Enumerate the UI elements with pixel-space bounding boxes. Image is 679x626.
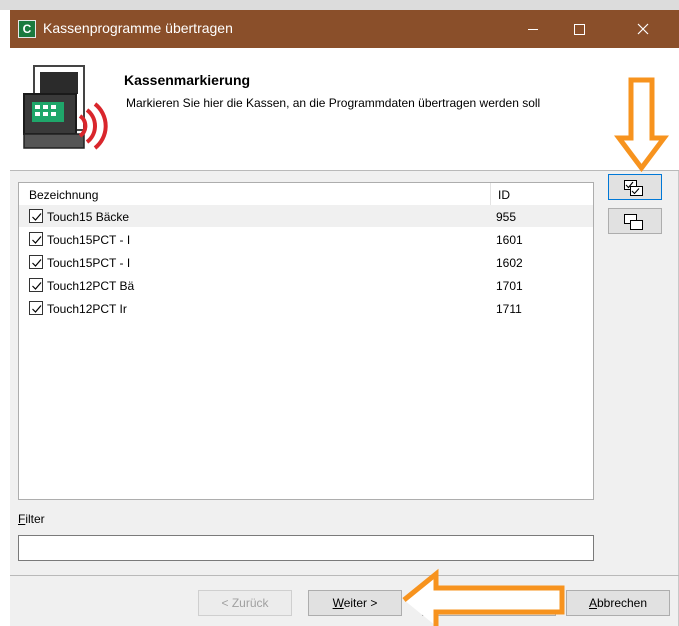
close-button[interactable] [620,10,666,48]
check-all-icon [624,180,643,196]
filter-input[interactable] [18,535,594,561]
cancel-label-rest: bbrechen [596,596,648,610]
next-button[interactable]: Weiter > [308,590,402,616]
desktop-strip [0,0,679,10]
app-icon: C [18,20,36,38]
checkmark-icon [32,305,42,313]
row-name: Touch12PCT Ir [47,302,127,316]
filter-label-rest: ilter [25,512,45,526]
table-row[interactable]: Touch12PCT Ir 1711 [19,297,593,319]
register-transfer-icon [23,65,108,150]
row-checkbox[interactable] [29,278,43,292]
minimize-icon [528,29,538,30]
uncheck-all-button[interactable] [608,208,662,234]
header-description: Markieren Sie hier die Kassen, an die Pr… [126,96,541,110]
checkmark-icon [32,282,42,290]
row-id: 1601 [496,233,523,247]
filter-label: Filter [18,512,45,526]
row-id: 1602 [496,256,523,270]
row-name: Touch15PCT - I [47,256,131,270]
next-mnemonic: W [332,596,344,610]
row-name: Touch15 Bäcke [47,210,130,224]
back-button[interactable]: < Zurück [198,590,292,616]
minimize-button[interactable] [510,10,556,48]
column-separator [490,183,491,205]
maximize-button[interactable] [556,10,602,48]
column-header-bezeichnung[interactable]: Bezeichnung [29,188,98,202]
maximize-icon [574,24,585,35]
row-id: 955 [496,210,517,224]
checkmark-icon [32,259,42,267]
row-name: Touch15PCT - I [47,233,131,247]
dialog-window: C Kassenprogramme übertragen Kassenmarki… [10,10,679,626]
uncheck-all-icon [624,214,643,230]
next-label-rest: eiter > [343,596,378,610]
register-list[interactable]: Bezeichnung ID Touch15 Bäcke 955 Touch15PC… [18,182,594,500]
checkmark-icon [32,236,42,244]
table-row[interactable]: Touch15PCT - I 1601 [19,228,593,250]
row-id: 1711 [496,302,522,316]
row-name: Touch12PCT Bä [47,279,135,293]
table-row[interactable]: Touch15PCT - I 1602 [19,251,593,273]
table-row[interactable]: Touch12PCT Bä 1701 [19,274,593,296]
finish-button[interactable] [422,590,556,616]
row-id: 1701 [496,279,523,293]
close-icon [637,23,649,35]
cancel-mnemonic: A [588,596,597,610]
column-header-id[interactable]: ID [498,188,510,202]
title-bar[interactable]: C Kassenprogramme übertragen [10,10,679,48]
window-title: Kassenprogramme übertragen [43,20,233,36]
checkmark-icon [32,213,42,221]
footer-separator [10,575,679,576]
row-checkbox[interactable] [29,232,43,246]
cancel-button[interactable]: Abbrechen [566,590,670,616]
table-row[interactable]: Touch15 Bäcke 955 [19,205,593,227]
check-all-button[interactable] [608,174,662,200]
row-checkbox[interactable] [29,255,43,269]
row-checkbox[interactable] [29,301,43,315]
wizard-header: Kassenmarkierung Markieren Sie hier die … [10,48,679,171]
list-header: Bezeichnung ID [19,183,593,206]
row-checkbox[interactable] [29,209,43,223]
header-title: Kassenmarkierung [124,72,251,88]
